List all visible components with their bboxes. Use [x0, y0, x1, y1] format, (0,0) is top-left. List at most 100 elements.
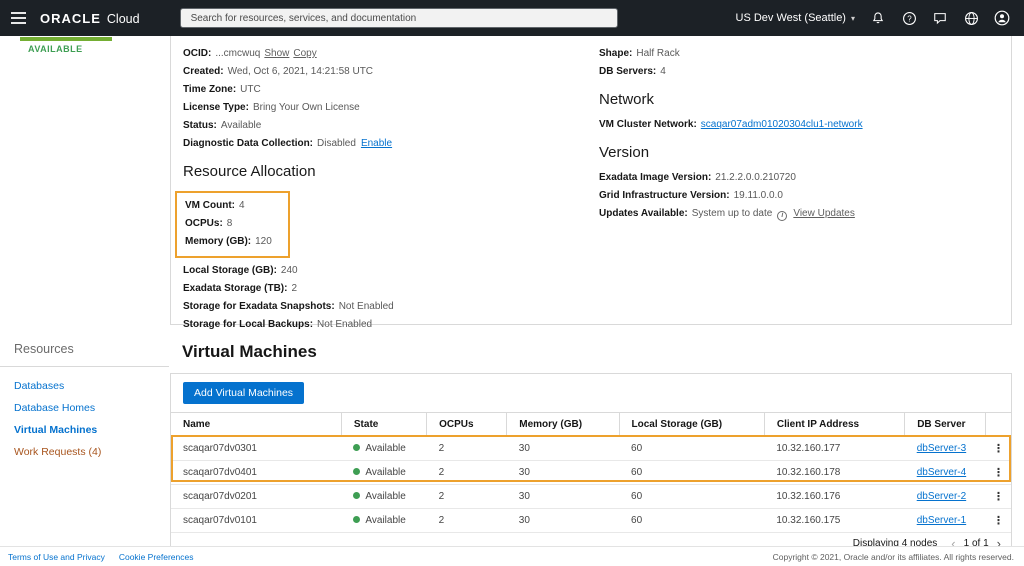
row-actions-kebab-icon[interactable]: ⋮	[993, 515, 1004, 527]
field-diagnostic-collection: Diagnostic Data Collection: Disabled Enabl…	[183, 138, 393, 149]
field-exadata-snapshots: Storage for Exadata Snapshots: Not Enable…	[183, 301, 394, 312]
sidebar-item-databases[interactable]: Databases	[0, 375, 169, 397]
cell-db-server: dbServer-2	[904, 484, 986, 509]
svg-text:?: ?	[907, 14, 912, 23]
column-header-ocpus: OCPUs	[426, 412, 507, 437]
field-db-servers: DB Servers: 4	[599, 66, 666, 77]
db-server-link[interactable]: dbServer-4	[917, 467, 966, 478]
cell-state: Available	[341, 436, 427, 461]
sidebar-item-work-requests[interactable]: Work Requests (4)	[0, 441, 169, 463]
column-header-actions	[985, 412, 1011, 437]
cell-name: scaqar07dv0401	[171, 460, 342, 485]
pagination-summary: Displaying 4 nodes	[852, 538, 938, 546]
cell-local-storage: 60	[619, 508, 765, 533]
row-actions-kebab-icon[interactable]: ⋮	[993, 443, 1004, 455]
cell-name: scaqar07dv0101	[171, 508, 342, 533]
field-shape: Shape: Half Rack	[599, 48, 680, 59]
logo-cloud-text: Cloud	[106, 11, 140, 26]
enable-link[interactable]: Enable	[361, 138, 392, 149]
resource-allocation-heading: Resource Allocation	[183, 163, 316, 180]
menu-icon[interactable]	[0, 0, 36, 36]
ocid-show-link[interactable]: Show	[264, 48, 289, 59]
page-title-virtual-machines: Virtual Machines	[182, 342, 317, 361]
region-label: US Dev West (Seattle)	[735, 12, 846, 24]
field-license-type: License Type: Bring Your Own License	[183, 102, 360, 113]
cell-db-server: dbServer-1	[904, 508, 986, 533]
chevron-down-icon: ▾	[850, 13, 855, 23]
row-actions-kebab-icon[interactable]: ⋮	[993, 491, 1004, 503]
logo-oracle-text: ORACLE	[40, 10, 101, 26]
available-dot-icon	[353, 444, 361, 451]
language-globe-icon[interactable]	[963, 10, 979, 26]
sidebar-item-virtual-machines[interactable]: Virtual Machines	[0, 419, 169, 441]
row-actions-kebab-icon[interactable]: ⋮	[993, 467, 1004, 479]
annotation-highlight-box: VM Count: 4 OCPUs: 8 Memory (GB): 120	[175, 191, 290, 258]
cell-state: Available	[341, 460, 427, 485]
sidebar-item-database-homes[interactable]: Database Homes	[0, 397, 169, 419]
pagination-prev-icon[interactable]: ‹	[951, 537, 955, 547]
notifications-bell-icon[interactable]	[870, 10, 886, 26]
table-header-row: Name State OCPUs Memory (GB) Local Stora…	[171, 412, 1011, 437]
table-row: scaqar07dv0201 Available 2 30 60 10.32.1…	[171, 484, 1011, 509]
available-dot-icon	[353, 468, 361, 475]
db-server-link[interactable]: dbServer-2	[917, 491, 966, 502]
cell-state: Available	[341, 484, 427, 509]
resources-heading: Resources	[0, 336, 169, 367]
ocid-copy-link[interactable]: Copy	[293, 48, 316, 59]
db-server-link[interactable]: dbServer-1	[917, 515, 966, 526]
column-header-memory: Memory (GB)	[506, 412, 620, 437]
cell-memory: 30	[506, 436, 620, 461]
global-search-input[interactable]	[179, 8, 618, 28]
main-content: OCID: ...cmcwuq Show Copy Created: Wed, Oct …	[170, 36, 1012, 546]
cell-db-server: dbServer-4	[904, 460, 986, 485]
cell-memory: 30	[506, 460, 620, 485]
available-dot-icon	[353, 492, 361, 499]
field-vm-count: VM Count: 4	[185, 200, 245, 211]
details-left-column: OCID: ...cmcwuq Show Copy Created: Wed, Oct …	[175, 48, 599, 330]
info-icon: i	[777, 211, 788, 221]
virtual-machines-panel: Add Virtual Machines Name State OCPUs Me…	[170, 373, 1012, 546]
field-vm-cluster-network: VM Cluster Network: scaqar07adm01020304cl…	[599, 119, 863, 130]
status-badge-bar	[20, 37, 112, 41]
vm-table: Name State OCPUs Memory (GB) Local Stora…	[171, 412, 1011, 533]
pagination-next-icon[interactable]: ›	[997, 537, 1001, 547]
cell-name: scaqar07dv0301	[171, 436, 342, 461]
cell-db-server: dbServer-3	[904, 436, 986, 461]
field-created: Created: Wed, Oct 6, 2021, 14:21:58 UTC	[183, 66, 374, 77]
field-grid-infrastructure-version: Grid Infrastructure Version: 19.11.0.0.0	[599, 190, 783, 201]
cell-memory: 30	[506, 508, 620, 533]
resources-nav: Resources Databases Database Homes Virtu…	[0, 336, 169, 463]
table-row: scaqar07dv0401 Available 2 30 60 10.32.1…	[171, 460, 1011, 485]
cookie-preferences-link[interactable]: Cookie Preferences	[119, 552, 194, 562]
add-virtual-machines-button[interactable]: Add Virtual Machines	[183, 382, 305, 404]
cell-client-ip: 10.32.160.177	[764, 436, 905, 461]
field-memory: Memory (GB): 120	[185, 236, 272, 247]
version-heading: Version	[599, 144, 650, 161]
cell-ocpus: 2	[426, 508, 507, 533]
pagination-page-indicator: 1 of 1	[963, 538, 989, 546]
help-icon[interactable]: ?	[901, 10, 917, 26]
cell-local-storage: 60	[619, 436, 765, 461]
sidebar: AVAILABLE Resources Databases Database H…	[0, 36, 169, 546]
cell-client-ip: 10.32.160.175	[764, 508, 905, 533]
db-server-link[interactable]: dbServer-3	[917, 443, 966, 454]
network-heading: Network	[599, 91, 655, 108]
field-local-backups: Storage for Local Backups: Not Enabled	[183, 319, 373, 330]
region-selector[interactable]: US Dev West (Seattle) ▾	[736, 12, 855, 24]
user-avatar-icon[interactable]	[994, 10, 1010, 26]
column-header-db-server: DB Server	[904, 412, 986, 437]
copyright-text: Copyright © 2021, Oracle and/or its affi…	[772, 551, 1014, 562]
terms-link[interactable]: Terms of Use and Privacy	[8, 552, 105, 562]
vm-cluster-network-link[interactable]: scaqar07adm01020304clu1-network	[701, 119, 863, 130]
chat-feedback-icon[interactable]	[932, 10, 948, 26]
field-updates-available: Updates Available: System up to date i View…	[599, 208, 855, 221]
field-exadata-storage: Exadata Storage (TB): 2	[183, 283, 298, 294]
column-header-name: Name	[171, 412, 342, 437]
cell-memory: 30	[506, 484, 620, 509]
cell-ocpus: 2	[426, 436, 507, 461]
cell-client-ip: 10.32.160.176	[764, 484, 905, 509]
view-updates-link[interactable]: View Updates	[793, 208, 855, 219]
cell-client-ip: 10.32.160.178	[764, 460, 905, 485]
status-badge: AVAILABLE	[28, 44, 83, 54]
cell-local-storage: 60	[619, 484, 765, 509]
